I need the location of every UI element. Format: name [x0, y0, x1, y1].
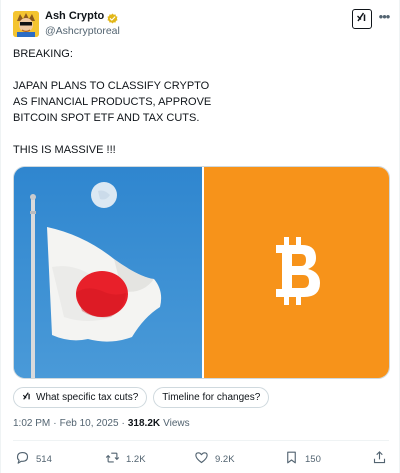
- reply-button[interactable]: 514: [15, 448, 52, 470]
- japan-flag-photo[interactable]: [14, 167, 202, 378]
- bookmark-icon: [284, 450, 299, 468]
- action-bar: 514 1.2K 9.2K 150: [1, 448, 400, 470]
- bitcoin-icon: [272, 237, 324, 310]
- meta-separator: ·: [53, 418, 57, 429]
- tweet-media[interactable]: [13, 166, 390, 379]
- tweet-time[interactable]: 1:02 PM: [13, 418, 50, 429]
- suggestion-chip-timeline[interactable]: Timeline for changes?: [153, 387, 270, 408]
- tweet-text: BREAKING: JAPAN PLANS TO CLASSIFY CRYPTO…: [13, 46, 383, 174]
- grok-icon: [356, 10, 368, 28]
- tweet-card: Ash Crypto @Ashcryptoreal ••• BREAKING: …: [0, 0, 400, 473]
- like-icon: [194, 450, 209, 468]
- tweet-paragraph: JAPAN PLANS TO CLASSIFY CRYPTO AS FINANC…: [13, 80, 212, 124]
- reply-icon: [15, 450, 30, 468]
- tweet-paragraph: THIS IS MASSIVE !!!: [13, 144, 116, 156]
- bitcoin-logo-panel[interactable]: [202, 167, 389, 378]
- suggestion-label: Timeline for changes?: [162, 392, 261, 403]
- views-count: 318.2K: [127, 418, 161, 429]
- repost-button[interactable]: 1.2K: [105, 448, 146, 470]
- verified-badge-icon: [107, 11, 118, 23]
- share-icon: [372, 450, 387, 468]
- repost-count: 1.2K: [126, 453, 146, 465]
- like-button[interactable]: 9.2K: [194, 448, 235, 470]
- grok-icon: [22, 391, 32, 404]
- reply-count: 514: [36, 453, 52, 465]
- author-display-name[interactable]: Ash Crypto: [45, 10, 104, 22]
- share-button[interactable]: [372, 448, 387, 470]
- like-count: 9.2K: [215, 453, 235, 465]
- suggestion-chip-tax-cuts[interactable]: What specific tax cuts?: [13, 387, 148, 408]
- divider: [13, 440, 389, 441]
- avatar[interactable]: [13, 11, 39, 37]
- tweet-date[interactable]: Feb 10, 2025: [60, 418, 119, 429]
- views-label: Views: [163, 418, 190, 429]
- grok-button[interactable]: [352, 9, 372, 29]
- bookmark-button[interactable]: 150: [284, 448, 321, 470]
- tweet-paragraph: BREAKING:: [13, 48, 73, 60]
- tweet-meta: 1:02 PM · Feb 10, 2025 · 318.2K Views: [13, 418, 190, 429]
- repost-icon: [105, 450, 120, 468]
- author-handle[interactable]: @Ashcryptoreal: [45, 25, 120, 37]
- meta-separator: ·: [121, 418, 125, 429]
- bookmark-count: 150: [305, 453, 321, 465]
- suggestion-label: What specific tax cuts?: [36, 392, 139, 403]
- more-icon[interactable]: •••: [376, 10, 392, 28]
